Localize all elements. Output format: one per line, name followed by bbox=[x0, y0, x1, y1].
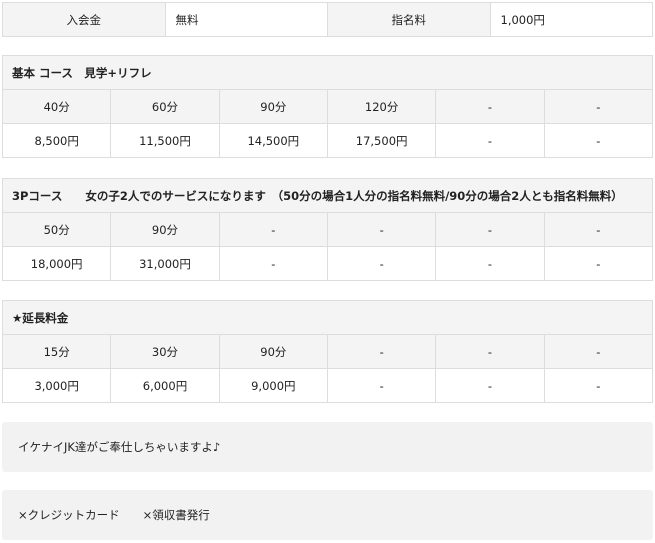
duration-cell: - bbox=[435, 334, 545, 369]
price-cell: 18,000円 bbox=[1, 246, 112, 281]
duration-cell: 90分 bbox=[218, 89, 328, 124]
price-cell: - bbox=[435, 123, 545, 158]
price-cell: - bbox=[435, 368, 545, 403]
duration-cell: - bbox=[543, 89, 654, 124]
extension-fee-table: ★延長料金 15分 30分 90分 - - -3,000円 6,000円 9,000円 - - - bbox=[1, 300, 654, 403]
price-cell: 6,000円 bbox=[110, 368, 220, 403]
price-cell: 8,500円 bbox=[1, 123, 112, 158]
duration-cell: - bbox=[326, 334, 437, 369]
fees-table: 入会金 無料 指名料 1,000円 bbox=[2, 2, 653, 37]
nomination-fee-value: 1,000円 bbox=[489, 2, 653, 37]
duration-cell: 30分 bbox=[110, 334, 220, 369]
duration-cell: - bbox=[543, 334, 654, 369]
duration-cell: - bbox=[435, 89, 545, 124]
price-cell: 9,000円 bbox=[218, 368, 328, 403]
table-title: ★延長料金 bbox=[2, 300, 653, 335]
price-row: 3,000円 6,000円 9,000円 - - - bbox=[1, 368, 654, 403]
duration-cell: 90分 bbox=[110, 212, 220, 247]
duration-cell: 60分 bbox=[110, 89, 220, 124]
entry-fee-value: 無料 bbox=[164, 2, 328, 37]
table-title: 3Pコース 女の子2人でのサービスになります （50分の場合1人分の指名料無料/… bbox=[2, 178, 653, 213]
duration-cell: 120分 bbox=[326, 89, 437, 124]
price-cell: 31,000円 bbox=[110, 246, 220, 281]
price-cell: - bbox=[326, 246, 437, 281]
price-row: 18,000円 31,000円 - - - - bbox=[1, 246, 654, 281]
duration-cell: 40分 bbox=[1, 89, 112, 124]
duration-cell: 15分 bbox=[1, 334, 112, 369]
duration-cell: 50分 bbox=[1, 212, 112, 247]
payment-note-box: ×クレジットカード ×領収書発行 bbox=[2, 490, 653, 540]
price-cell: 11,500円 bbox=[110, 123, 220, 158]
basic-course-table: 基本 コース 見学+リフレ 40分 60分 90分 120分 - -8,500円 11,500… bbox=[1, 55, 654, 158]
duration-cell: 90分 bbox=[218, 334, 328, 369]
price-cell: 3,000円 bbox=[1, 368, 112, 403]
nomination-fee-label: 指名料 bbox=[327, 2, 491, 37]
duration-cell: - bbox=[543, 212, 654, 247]
entry-fee-label: 入会金 bbox=[2, 2, 166, 37]
duration-row: 40分 60分 90分 120分 - - bbox=[1, 89, 654, 124]
price-cell: - bbox=[543, 368, 654, 403]
price-cell: 17,500円 bbox=[326, 123, 437, 158]
price-cell: - bbox=[326, 368, 437, 403]
duration-row: 15分 30分 90分 - - - bbox=[1, 334, 654, 369]
price-cell: - bbox=[543, 123, 654, 158]
3p-course-table: 3Pコース 女の子2人でのサービスになります （50分の場合1人分の指名料無料/… bbox=[1, 178, 654, 281]
duration-row: 50分 90分 - - - - bbox=[1, 212, 654, 247]
duration-cell: - bbox=[218, 212, 328, 247]
note-box: イケナイJK達がご奉仕しちゃいますよ♪ bbox=[2, 422, 653, 472]
price-cell: - bbox=[543, 246, 654, 281]
price-row: 8,500円 11,500円 14,500円 17,500円 - - bbox=[1, 123, 654, 158]
price-cell: - bbox=[218, 246, 328, 281]
price-cell: - bbox=[435, 246, 545, 281]
table-title: 基本 コース 見学+リフレ bbox=[2, 55, 653, 90]
duration-cell: - bbox=[326, 212, 437, 247]
duration-cell: - bbox=[435, 212, 545, 247]
price-cell: 14,500円 bbox=[218, 123, 328, 158]
